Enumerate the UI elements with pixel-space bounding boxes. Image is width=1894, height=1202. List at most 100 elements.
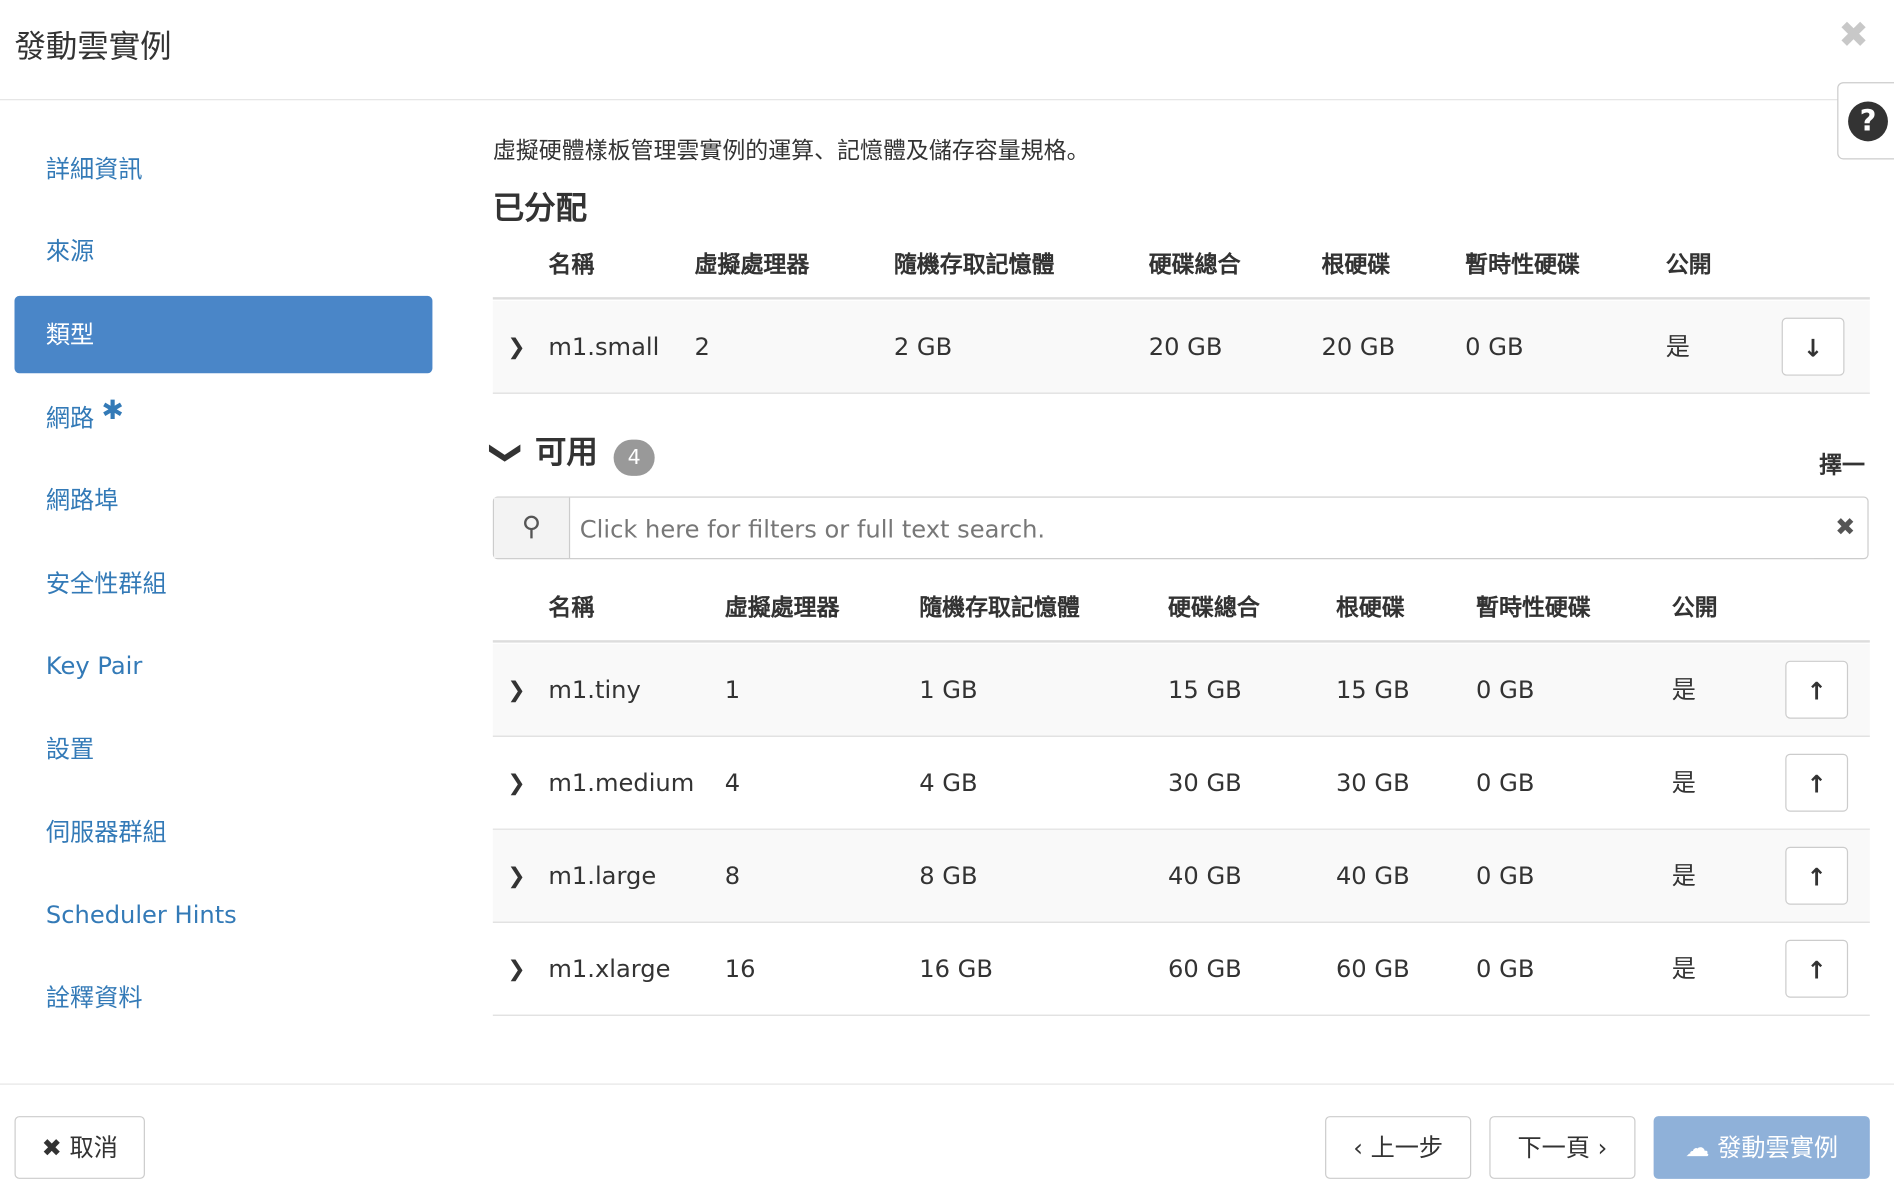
- modal-title: 發動雲實例: [14, 28, 172, 66]
- cell: m1.xlarge: [548, 954, 671, 984]
- cell: 40 GB: [1168, 861, 1242, 891]
- chevron-right-icon[interactable]: ❯: [507, 830, 525, 923]
- divider: [492, 640, 1870, 643]
- column-header: 暫時性硬碟: [1465, 251, 1580, 278]
- cell: 8 GB: [919, 861, 978, 891]
- cell: 是: [1671, 861, 1696, 891]
- sidebar-item-label: Scheduler Hints: [45, 900, 237, 930]
- sidebar-item-label: 詳細資訊: [45, 154, 143, 184]
- sidebar-item[interactable]: 詳細資訊: [14, 130, 432, 207]
- column-header: 根硬碟: [1321, 251, 1391, 278]
- sidebar-item[interactable]: Scheduler Hints: [14, 876, 432, 953]
- description: 虛擬硬體樣板管理雲實例的運算、記憶體及儲存容量規格。: [492, 137, 1090, 165]
- next-button[interactable]: 下一頁 ›: [1489, 1116, 1636, 1179]
- sidebar-item[interactable]: 安全性群組: [14, 545, 432, 622]
- sidebar-item-label: 網路埠: [45, 485, 119, 515]
- sidebar-item-label: 類型: [45, 320, 95, 350]
- sidebar-item[interactable]: 網路 ✱: [14, 379, 432, 456]
- column-header: 隨機存取記憶體: [919, 594, 1080, 621]
- cell: 40 GB: [1335, 861, 1410, 891]
- search-icon: ⚲: [494, 497, 571, 559]
- required-icon: ✱: [101, 395, 124, 426]
- cell: 2 GB: [893, 332, 953, 362]
- column-header: 公開: [1671, 594, 1718, 621]
- arrow-up-icon: ↑: [1806, 862, 1827, 892]
- arrow-up-icon: ↑: [1806, 955, 1827, 985]
- sidebar-item-label: 設置: [45, 734, 95, 764]
- column-header: 硬碟總合: [1168, 594, 1260, 621]
- cell: 20 GB: [1148, 332, 1223, 362]
- header-divider: [0, 99, 1894, 101]
- cell: 30 GB: [1335, 768, 1410, 798]
- sidebar-item[interactable]: 伺服器群組: [14, 793, 432, 870]
- footer-divider: [0, 1083, 1894, 1085]
- chevron-right-icon[interactable]: ❯: [507, 737, 525, 830]
- cell: 是: [1665, 332, 1690, 362]
- sidebar-item-label: 網路: [45, 402, 95, 432]
- column-header: 名稱: [548, 594, 595, 621]
- cell: 0 GB: [1476, 954, 1535, 984]
- arrow-down-icon: ↓: [1802, 333, 1824, 363]
- column-header: 虛擬處理器: [724, 594, 840, 621]
- sidebar-item[interactable]: 類型: [14, 295, 433, 374]
- sidebar-item-label: 安全性群組: [45, 568, 167, 598]
- chevron-right-icon[interactable]: ❯: [507, 923, 525, 1016]
- cell: 0 GB: [1476, 861, 1535, 891]
- next-label: 下一頁: [1517, 1133, 1590, 1162]
- cell: 16 GB: [919, 954, 993, 984]
- cell: 30 GB: [1168, 768, 1242, 798]
- cell: 2: [694, 332, 710, 362]
- help-button[interactable]: ?: [1837, 82, 1894, 160]
- table-row: ❯ m1.medium 4 4 GB 30 GB 30 GB 0 GB 是 ↑: [492, 737, 1870, 830]
- search-input[interactable]: [571, 500, 1815, 559]
- cell: 0 GB: [1476, 675, 1535, 705]
- arrow-up-icon: ↑: [1806, 676, 1827, 706]
- allocate-button[interactable]: ↑: [1785, 660, 1849, 719]
- sidebar-item[interactable]: 網路埠: [14, 462, 432, 539]
- cell: 4: [724, 768, 741, 798]
- cell: m1.large: [548, 861, 657, 891]
- cancel-button[interactable]: ✖ 取消: [14, 1116, 145, 1179]
- column-header: 隨機存取記憶體: [893, 251, 1055, 278]
- help-icon: ?: [1848, 101, 1888, 142]
- sidebar-item[interactable]: 設置: [14, 710, 432, 787]
- sidebar-item[interactable]: 來源: [14, 213, 432, 290]
- allocated-heading: 已分配: [492, 190, 588, 228]
- column-header: 硬碟總合: [1148, 251, 1241, 278]
- available-toggle[interactable]: ❯ 可用 4: [488, 428, 655, 476]
- cell: 1 GB: [919, 675, 978, 705]
- allocate-button[interactable]: ↑: [1785, 846, 1849, 905]
- chevron-right-icon[interactable]: ❯: [507, 301, 525, 394]
- back-button[interactable]: ‹ 上一步: [1325, 1116, 1472, 1179]
- cell: 15 GB: [1168, 675, 1242, 705]
- chevron-right-icon[interactable]: ❯: [507, 644, 525, 737]
- search-bar: ⚲ ✖: [492, 496, 1869, 560]
- cell: 是: [1671, 675, 1696, 705]
- clear-search-icon[interactable]: ✖: [1835, 512, 1855, 541]
- table-row: ❯ m1.large 8 8 GB 40 GB 40 GB 0 GB 是 ↑: [492, 829, 1870, 923]
- cell: 60 GB: [1335, 954, 1410, 984]
- launch-instance-button[interactable]: ☁ 發動雲實例: [1653, 1116, 1870, 1179]
- cell: m1.medium: [548, 768, 695, 798]
- arrow-up-icon: ↑: [1806, 769, 1827, 799]
- column-header: 虛擬處理器: [694, 251, 810, 278]
- sidebar-item[interactable]: 詮釋資料: [14, 959, 432, 1036]
- cell: 是: [1671, 954, 1696, 984]
- cell: 1: [724, 675, 741, 705]
- sidebar-item[interactable]: Key Pair: [14, 627, 432, 704]
- available-heading: 可用: [534, 434, 598, 472]
- cell: m1.small: [548, 332, 660, 362]
- allocate-button[interactable]: ↑: [1785, 939, 1849, 998]
- deallocate-button[interactable]: ↓: [1781, 317, 1845, 376]
- sidebar-item-label: 伺服器群組: [45, 817, 167, 847]
- divider: [492, 297, 1870, 300]
- column-header: 暫時性硬碟: [1476, 594, 1591, 621]
- table-row: ❯ m1.small 2 2 GB 20 GB 20 GB 0 GB 是 ↓: [492, 300, 1870, 394]
- cloud-upload-icon: ☁: [1685, 1133, 1710, 1162]
- close-icon[interactable]: ✖: [1838, 14, 1868, 56]
- cancel-label: 取消: [69, 1133, 118, 1162]
- cell: 15 GB: [1335, 675, 1410, 705]
- launch-label: 發動雲實例: [1717, 1133, 1839, 1162]
- allocate-button[interactable]: ↑: [1785, 753, 1849, 812]
- cell: 20 GB: [1321, 332, 1396, 362]
